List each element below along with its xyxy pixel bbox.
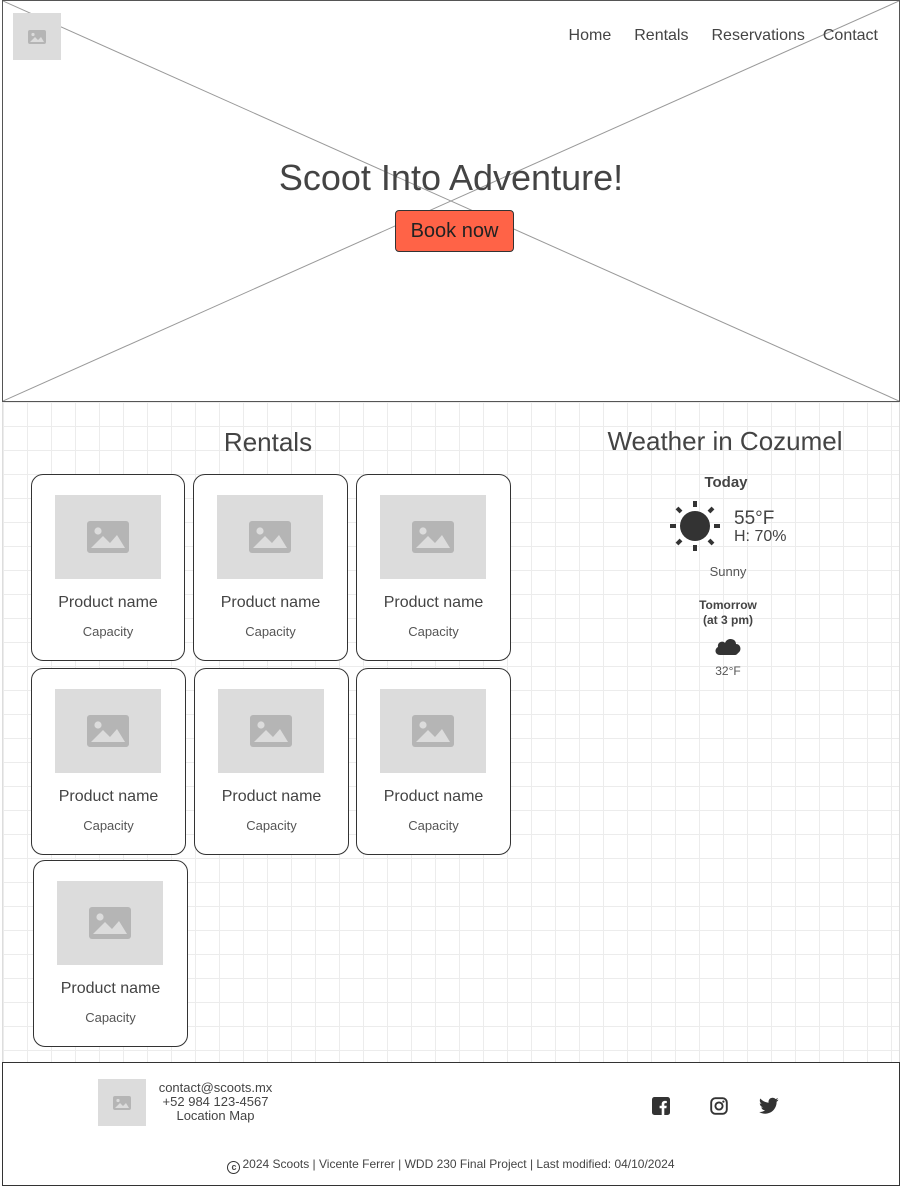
footer: contact@scoots.mx +52 984 123-4567 Locat… xyxy=(2,1062,900,1186)
rental-card-image xyxy=(55,495,161,579)
rental-card-capacity: Capacity xyxy=(408,624,459,639)
facebook-icon[interactable] xyxy=(652,1097,670,1115)
footer-location-map[interactable]: Location Map xyxy=(153,1109,278,1123)
rental-card-capacity: Capacity xyxy=(85,1010,136,1025)
rental-card-image xyxy=(55,689,161,773)
nav-reservations[interactable]: Reservations xyxy=(711,27,804,45)
image-placeholder-icon xyxy=(412,715,454,747)
image-placeholder-icon xyxy=(28,29,46,44)
rental-card-image xyxy=(218,689,324,773)
book-now-button[interactable]: Book now xyxy=(395,210,514,252)
weather-tomorrow-label-line1: Tomorrow xyxy=(699,598,757,612)
weather-temperature: 55°F xyxy=(734,508,775,529)
footer-email[interactable]: contact@scoots.mx xyxy=(153,1081,278,1095)
rental-card-name: Product name xyxy=(221,788,322,805)
instagram-icon[interactable] xyxy=(710,1097,728,1115)
weather-tomorrow-temperature: 32°F xyxy=(715,664,741,678)
rental-card[interactable]: Product name Capacity xyxy=(31,668,186,855)
main-content: Rentals Product name Capacity Product name… xyxy=(2,402,900,1062)
rental-card-image xyxy=(380,689,486,773)
hero-section: Home Rentals Reservations Contact Scoot … xyxy=(2,0,900,402)
rentals-heading: Rentals xyxy=(223,427,313,457)
rental-card-image xyxy=(57,881,163,965)
hero-title: Scoot Into Adventure! xyxy=(278,157,624,198)
rental-card-name: Product name xyxy=(58,788,159,805)
rental-card-image xyxy=(217,495,323,579)
rental-card[interactable]: Product name Capacity xyxy=(194,668,349,855)
hero-placeholder-image xyxy=(3,1,899,401)
weather-condition: Sunny xyxy=(709,564,747,579)
image-placeholder-icon xyxy=(249,521,291,553)
image-placeholder-icon xyxy=(89,907,131,939)
weather-today-label: Today xyxy=(704,474,748,491)
weather-humidity: H: 70% xyxy=(734,528,787,545)
rental-card-image xyxy=(380,495,486,579)
rental-card[interactable]: Product name Capacity xyxy=(33,860,188,1047)
twitter-icon[interactable] xyxy=(759,1097,779,1115)
rental-card-capacity: Capacity xyxy=(82,624,134,639)
nav-contact[interactable]: Contact xyxy=(823,27,878,45)
rental-card-name: Product name xyxy=(383,594,484,611)
nav-rentals[interactable]: Rentals xyxy=(634,27,688,45)
rental-card-name: Product name xyxy=(220,594,321,611)
rental-card[interactable]: Product name Capacity xyxy=(193,474,348,661)
rental-card[interactable]: Product name Capacity xyxy=(356,474,511,661)
image-placeholder-icon xyxy=(87,715,129,747)
rental-card[interactable]: Product name Capacity xyxy=(356,668,511,855)
weather-tomorrow-label: Tomorrow (at 3 pm) xyxy=(683,598,773,628)
image-placeholder-icon xyxy=(250,715,292,747)
rental-card-capacity: Capacity xyxy=(408,818,459,833)
image-placeholder-icon xyxy=(87,521,129,553)
main-nav: Home Rentals Reservations Contact xyxy=(569,27,878,45)
rental-card-name: Product name xyxy=(383,788,484,805)
image-placeholder-icon xyxy=(412,521,454,553)
rental-card-capacity: Capacity xyxy=(245,624,296,639)
rental-card-capacity: Capacity xyxy=(246,818,297,833)
copyright-text: 2024 Scoots | Vicente Ferrer | WDD 230 F… xyxy=(242,1157,675,1171)
rental-card-capacity: Capacity xyxy=(83,818,134,833)
footer-contact: contact@scoots.mx +52 984 123-4567 Locat… xyxy=(153,1081,278,1123)
logo[interactable] xyxy=(13,13,61,60)
weather-tomorrow-label-line2: (at 3 pm) xyxy=(702,613,753,627)
copyright-line: c 2024 Scoots | Vicente Ferrer | WDD 230 … xyxy=(3,1157,899,1174)
sun-icon xyxy=(670,501,720,551)
image-placeholder-icon xyxy=(113,1095,131,1110)
nav-home[interactable]: Home xyxy=(569,27,612,45)
rental-card[interactable]: Product name Capacity xyxy=(31,474,185,661)
weather-heading: Weather in Cozumel xyxy=(607,426,843,456)
footer-phone[interactable]: +52 984 123-4567 xyxy=(153,1095,278,1109)
copyright-icon: c xyxy=(227,1161,241,1174)
footer-logo xyxy=(98,1079,146,1126)
rental-card-name: Product name xyxy=(58,594,158,611)
rental-card-name: Product name xyxy=(60,980,161,997)
cloud-icon xyxy=(715,638,741,655)
